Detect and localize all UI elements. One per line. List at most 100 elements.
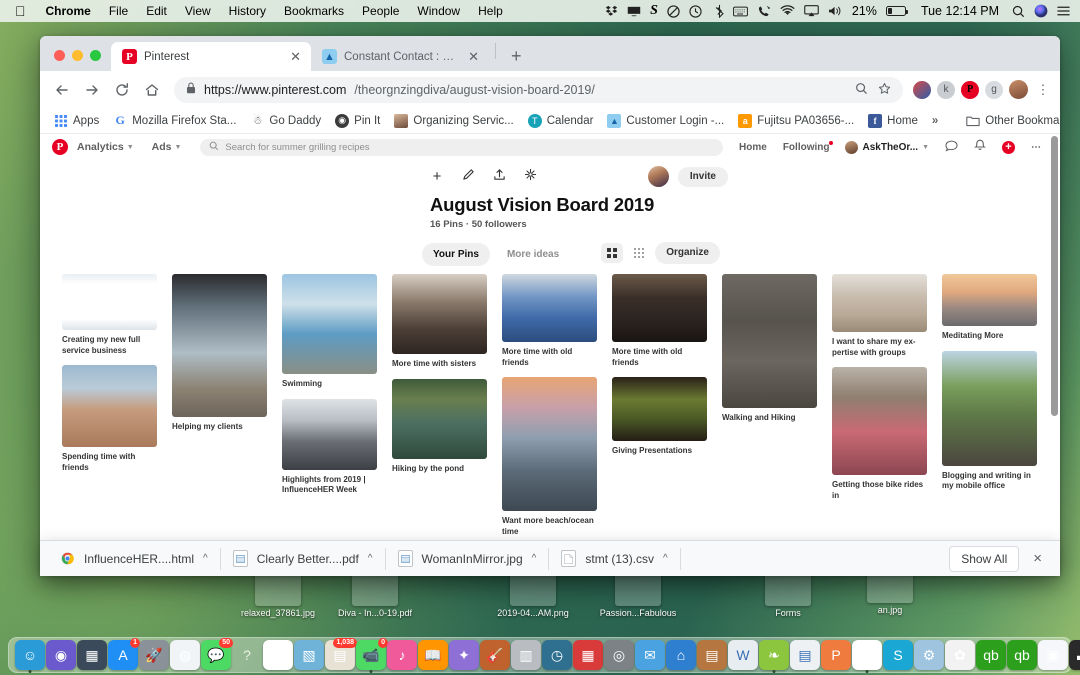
pin-card[interactable]: Swimming (282, 274, 377, 390)
nav-analytics[interactable]: Analytics ▼ (68, 141, 143, 153)
bookmark-organizing-services[interactable]: Organizing Servic... (388, 111, 519, 131)
chrome-icon[interactable]: ◉ (852, 640, 882, 673)
spotlight-search-icon[interactable] (1008, 5, 1025, 18)
menu-window[interactable]: Window (408, 0, 469, 22)
pin-image[interactable] (502, 274, 597, 342)
extension-grey-icon[interactable]: k (937, 80, 955, 99)
new-tab-button[interactable]: + (502, 47, 531, 71)
download-item[interactable]: InfluenceHER....html ^ (48, 541, 220, 576)
pin-card[interactable]: Creating my new full service business (62, 274, 157, 356)
profile-avatar[interactable] (1009, 80, 1028, 99)
pin-card[interactable]: Want more beach/ocean time (502, 377, 597, 537)
bookmark-overflow-button[interactable]: » (926, 112, 944, 130)
news-icon[interactable]: ▤ (790, 640, 820, 670)
pin-image[interactable] (942, 350, 1037, 466)
word-icon[interactable]: W (728, 640, 758, 670)
home-button[interactable] (138, 76, 166, 104)
pin-card[interactable]: Spending time with friends (62, 365, 157, 473)
menu-edit[interactable]: Edit (137, 0, 176, 22)
pin-card[interactable]: Helping my clients (172, 274, 267, 433)
reload-button[interactable] (108, 76, 136, 104)
keyboard-icon[interactable] (732, 6, 748, 17)
invite-button[interactable]: Invite (677, 166, 728, 187)
download-item[interactable]: Clearly Better....pdf ^ (221, 541, 385, 576)
chrome-menu-icon[interactable]: ⋮ (1034, 81, 1052, 99)
pin-card[interactable]: Hiking by the pond (392, 378, 487, 475)
pencil-edit-icon[interactable] (461, 168, 475, 184)
share-upload-icon[interactable] (492, 168, 506, 184)
pin-image[interactable] (62, 274, 157, 330)
download-chevron-icon[interactable]: ^ (663, 553, 668, 564)
add-pin-icon[interactable]: + (994, 140, 1023, 154)
quickbooks-icon[interactable]: qb (976, 640, 1006, 670)
tab-more-ideas[interactable]: More ideas (496, 243, 570, 266)
pin-image[interactable] (502, 377, 597, 511)
photos-preview-icon[interactable]: ▧ (294, 640, 324, 670)
siri-icon[interactable] (1034, 4, 1048, 18)
pin-image[interactable] (942, 274, 1037, 326)
facetime-icon[interactable]: 📹 0 (356, 638, 388, 673)
board-owner-avatar[interactable] (647, 166, 669, 187)
settings-app-icon[interactable]: ⚙ (914, 640, 944, 670)
show-all-downloads-button[interactable]: Show All (949, 545, 1020, 572)
pin-image[interactable] (832, 274, 927, 332)
bookmark-godaddy[interactable]: ☃ Go Daddy (244, 111, 327, 131)
dropbox-icon[interactable]: ▣ (1038, 640, 1068, 670)
bookmark-home-facebook[interactable]: f Home (862, 111, 924, 131)
garageband-icon[interactable]: 🎸 (480, 640, 510, 670)
calendar-icon[interactable]: 6 (263, 640, 293, 670)
bookmark-mozilla[interactable]: G Mozilla Firefox Sta... (107, 111, 242, 131)
volume-icon[interactable] (828, 5, 843, 17)
mission-control-icon[interactable]: ▦ (77, 640, 107, 670)
pin-image[interactable] (282, 274, 377, 374)
nav-ads[interactable]: Ads ▼ (143, 141, 191, 153)
pin-image[interactable] (172, 274, 267, 417)
ibooks-icon[interactable]: 📖 (418, 640, 448, 670)
download-item[interactable]: WomanInMirror.jpg ^ (386, 541, 549, 576)
skitch-s-icon[interactable]: S (650, 0, 658, 22)
bookmark-fujitsu[interactable]: a Fujitsu PA03656-... (732, 111, 860, 131)
printer-icon[interactable]: ▬ (1069, 640, 1080, 670)
menubar-clock[interactable]: Tue 12:14 PM (915, 0, 999, 22)
bluetooth-icon[interactable] (711, 4, 724, 18)
apple-logo-icon[interactable]:  (6, 1, 37, 21)
battery-icon[interactable] (885, 6, 909, 16)
grid-large-icon[interactable] (601, 243, 624, 263)
bookmark-apps[interactable]: Apps (48, 111, 105, 131)
launchpad-icon[interactable]: 🚀 (139, 640, 169, 670)
photos-star-icon[interactable]: ✦ (449, 640, 479, 670)
bookmark-pin-it[interactable]: ◉ Pin It (329, 111, 386, 131)
photos-icon[interactable]: ✿ (945, 640, 975, 670)
mail-icon[interactable]: ✉ (635, 640, 665, 670)
notifications-bell-icon[interactable] (966, 139, 994, 155)
menu-bookmarks[interactable]: Bookmarks (275, 0, 353, 22)
download-chevron-icon[interactable]: ^ (203, 553, 208, 564)
tab-your-pins[interactable]: Your Pins (422, 243, 490, 266)
nav-following[interactable]: Following (775, 140, 838, 153)
tab-constant-contact[interactable]: ▲ Constant Contact : Emails : Cu ✕ (311, 42, 489, 71)
notification-center-icon[interactable] (1057, 5, 1070, 17)
bookmark-calendar[interactable]: T Calendar (522, 111, 600, 131)
more-options-icon[interactable]: ⋯ (1023, 142, 1050, 153)
pin-card[interactable]: I want to share my ex-pertise with group… (832, 274, 927, 358)
skype-icon[interactable]: S (883, 640, 913, 670)
menu-help[interactable]: Help (469, 0, 512, 22)
time-machine-icon[interactable]: ◷ (542, 640, 572, 670)
app-store-icon[interactable]: A1 (108, 638, 140, 670)
sparkle-icon[interactable] (523, 168, 537, 184)
forward-button[interactable] (78, 76, 106, 104)
other-bookmarks-folder[interactable]: Other Bookmarks (960, 111, 1060, 131)
nav-home[interactable]: Home (731, 142, 775, 153)
safari-icon[interactable]: ◍ (170, 640, 200, 670)
back-button[interactable] (48, 76, 76, 104)
pin-card[interactable]: More time with sisters (392, 274, 487, 370)
menu-history[interactable]: History (220, 0, 275, 22)
pin-card[interactable]: Meditating More (942, 274, 1037, 342)
pin-image[interactable] (832, 367, 927, 475)
pin-card[interactable]: Blogging and writing in my mobile office (942, 350, 1037, 492)
dropbox-icon[interactable] (605, 5, 618, 18)
tab-pinterest[interactable]: P Pinterest ✕ (111, 42, 311, 71)
address-bar[interactable]: https://www.pinterest.com/theorgnzingdiv… (174, 76, 903, 103)
messages-icon[interactable]: 💬 50 (201, 638, 233, 670)
tab-close-icon[interactable]: ✕ (288, 48, 303, 65)
